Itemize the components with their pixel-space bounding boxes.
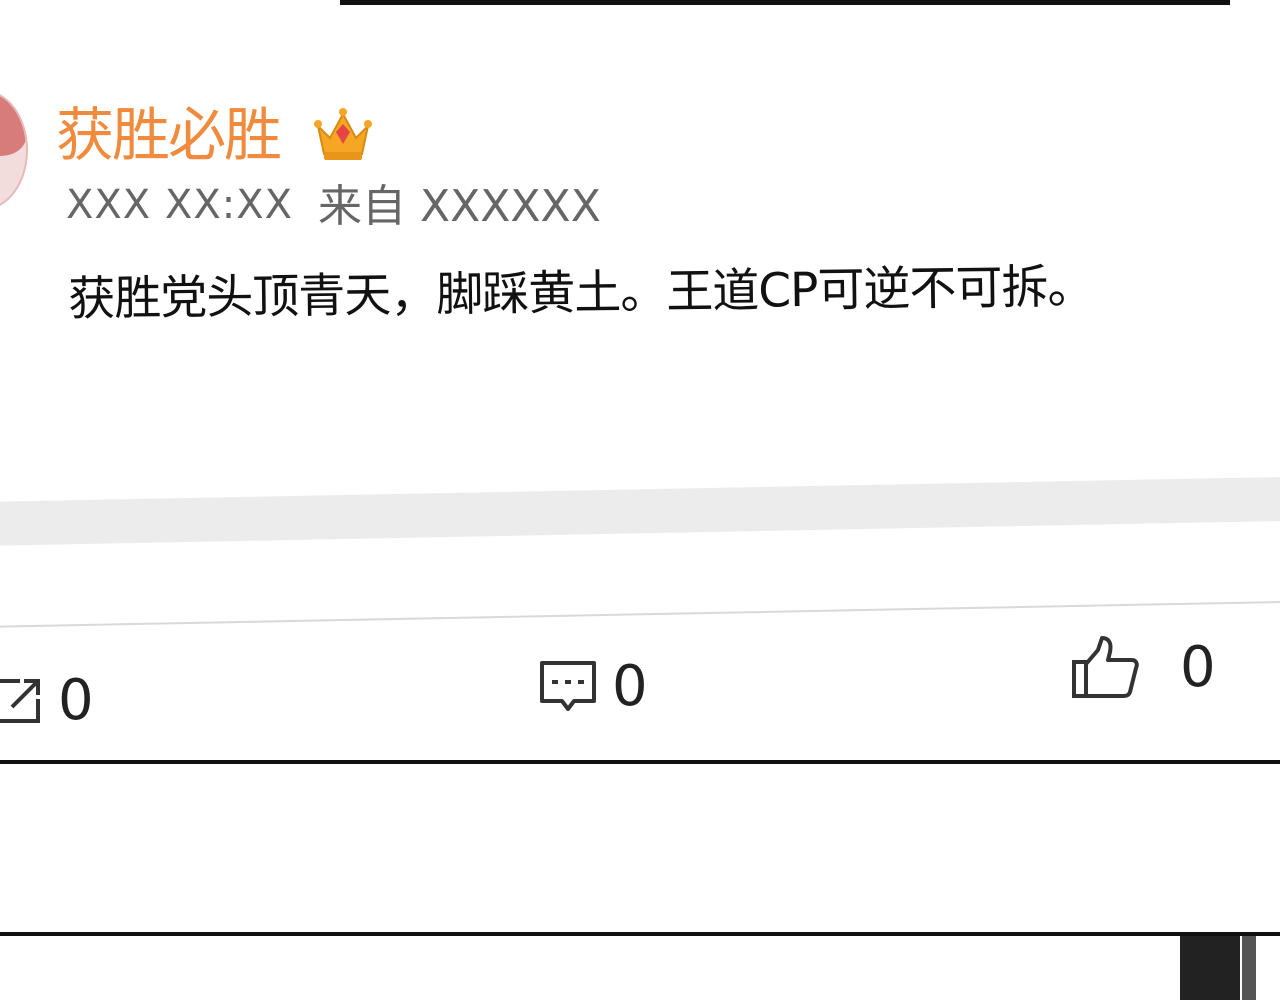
- comment-button[interactable]: 0: [538, 654, 648, 719]
- section-divider: [0, 476, 1280, 546]
- panel-top-border: [340, 0, 1230, 5]
- comment-icon: [540, 660, 596, 711]
- post-text: 获胜党头顶青天，脚踩黄土。王道CP可逆不可拆。: [68, 259, 1094, 327]
- post-card: 获胜必胜 XXX XX:XX 来自 XXXXXX 获胜党头顶青天，脚踩黄土。王道…: [0, 8, 1280, 764]
- post-source: 来自 XXXXXX: [318, 181, 601, 232]
- repost-count: 0: [58, 668, 94, 733]
- avatar[interactable]: [0, 90, 28, 210]
- background-decoration: [1242, 936, 1256, 1000]
- comment-count: 0: [612, 654, 648, 719]
- like-button[interactable]: 0: [1070, 634, 1216, 700]
- thumbs-up-icon: [1072, 636, 1139, 698]
- username[interactable]: 获胜必胜: [56, 100, 282, 170]
- divider-line: [0, 600, 1280, 628]
- post-time: XXX XX:XX: [66, 182, 294, 228]
- repost-button[interactable]: 0: [0, 668, 94, 733]
- panel-bottom-border: [0, 932, 1280, 936]
- like-count: 0: [1180, 634, 1216, 700]
- crown-icon: [314, 108, 372, 160]
- background-decoration: [1180, 936, 1240, 1000]
- repost-icon: [0, 678, 40, 723]
